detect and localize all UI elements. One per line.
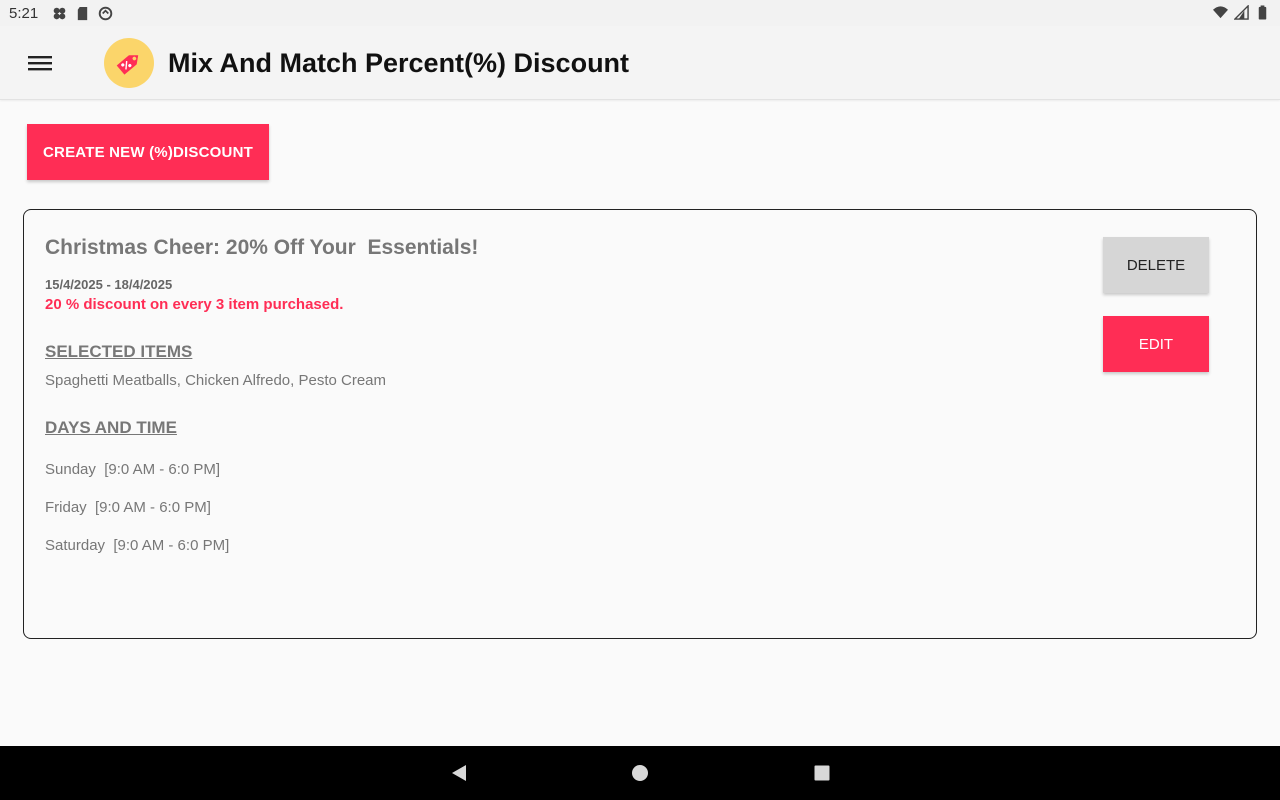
sd-card-icon [78, 6, 88, 20]
discount-rule: 20 % discount on every 3 item purchased. [45, 296, 344, 313]
selected-items-text: Spaghetti Meatballs, Chicken Alfredo, Pe… [45, 372, 387, 389]
days-time-heading: DAYS AND TIME [45, 418, 177, 437]
day-row-friday: Friday [9:0 AM - 6:0 PM] [45, 499, 211, 516]
edit-button[interactable]: EDIT [1103, 316, 1209, 372]
page-title: Mix And Match Percent(%) Discount [168, 48, 630, 78]
status-bar: 5:21 [0, 0, 1280, 26]
discount-tag-icon [104, 38, 154, 88]
create-discount-button[interactable]: CREATE NEW (%)DISCOUNT [27, 124, 269, 180]
wifi-icon [1213, 6, 1228, 19]
discount-card: Christmas Cheer: 20% Off Your Essentials… [23, 209, 1257, 639]
battery-icon [1258, 5, 1267, 20]
back-triangle-icon[interactable] [449, 763, 467, 783]
signal-icon [1234, 5, 1249, 20]
home-circle-icon[interactable] [631, 763, 649, 783]
day-row-saturday: Saturday [9:0 AM - 6:0 PM] [45, 537, 230, 554]
delete-button[interactable]: DELETE [1103, 237, 1209, 293]
day-row-sunday: Sunday [9:0 AM - 6:0 PM] [45, 461, 221, 478]
status-icons-right [1213, 5, 1270, 20]
recents-square-icon[interactable] [813, 763, 831, 783]
sync-icon [98, 6, 113, 20]
discount-dates: 15/4/2025 - 18/4/2025 [45, 277, 173, 292]
hamburger-menu-icon[interactable] [22, 48, 58, 78]
discount-title: Christmas Cheer: 20% Off Your Essentials… [45, 236, 479, 259]
status-time: 5:21 [9, 4, 39, 22]
app-bar: Mix And Match Percent(%) Discount [0, 26, 1280, 100]
pinwheel-icon [53, 7, 66, 19]
navigation-bar [0, 746, 1280, 800]
status-icons-left [52, 6, 113, 21]
selected-items-heading: SELECTED ITEMS [45, 342, 193, 361]
